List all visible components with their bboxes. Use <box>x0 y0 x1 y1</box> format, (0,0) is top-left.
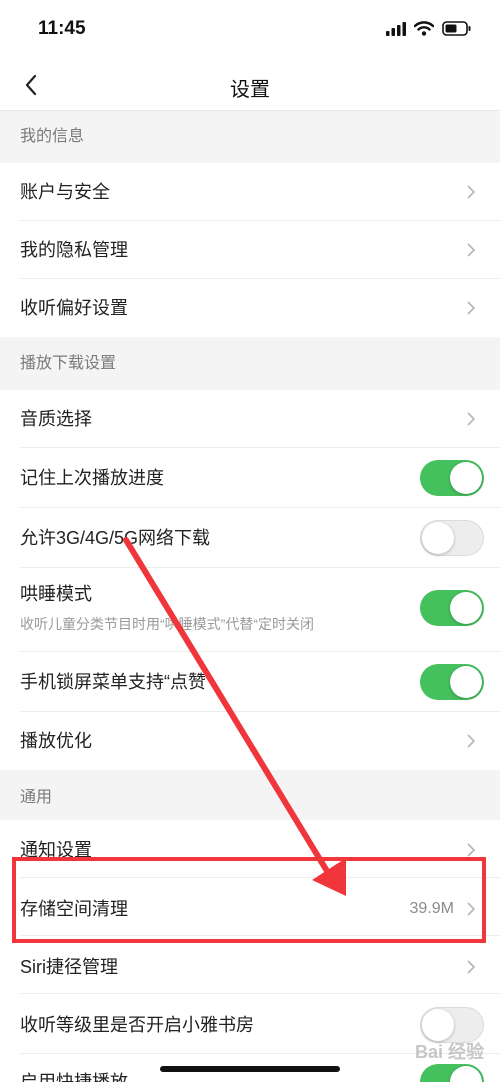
annotation-arrow <box>123 537 346 896</box>
watermark-logo: Bai 经验 <box>414 1042 484 1062</box>
